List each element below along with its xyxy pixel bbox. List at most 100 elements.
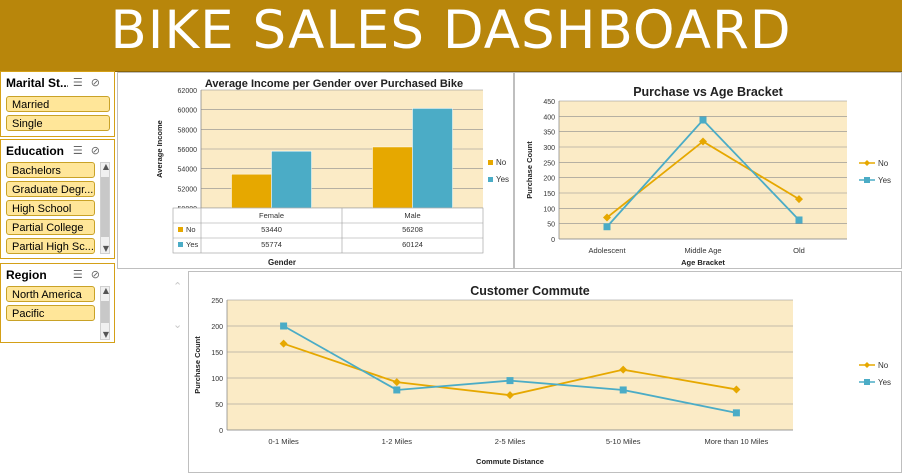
data-point: [603, 223, 611, 231]
x-axis-title: Gender: [268, 258, 296, 267]
data-point: [795, 216, 803, 224]
y-tick-label: 200: [543, 176, 555, 183]
y-tick-label: 54000: [178, 167, 198, 174]
slicer-marital-status: Marital St... ☰⊘ Married Single: [0, 71, 115, 137]
slicer-controls: ☰⊘: [73, 268, 108, 281]
data-point: [280, 322, 288, 330]
slicer-item-married[interactable]: Married: [6, 96, 110, 112]
income-chart[interactable]: Average Income per Gender over Purchased…: [117, 72, 514, 269]
slicer-header: Education ☰⊘: [1, 140, 114, 158]
legend-label: No: [878, 159, 889, 168]
slicer-item-bachelors[interactable]: Bachelors: [6, 162, 95, 178]
slicer-item-single[interactable]: Single: [6, 115, 110, 131]
y-tick-label: 400: [543, 114, 555, 121]
y-tick-label: 58000: [178, 127, 198, 134]
scroll-thumb[interactable]: [101, 301, 109, 323]
age-bracket-chart-svg: Purchase vs Age Bracket 0 50 100 150 200 250 30…: [525, 85, 891, 267]
y-tick-label: 52000: [178, 186, 198, 193]
x-tick-label: Male: [404, 211, 420, 220]
page-scroll-up-icon[interactable]: ⌃: [173, 280, 182, 293]
x-tick-label: 5-10 Miles: [606, 437, 641, 446]
table-cell: 55774: [261, 240, 282, 249]
y-tick-label: 450: [543, 99, 555, 106]
legend-label: Yes: [878, 378, 891, 387]
x-tick-label: 0-1 Miles: [268, 437, 299, 446]
table-cell: 60124: [402, 240, 423, 249]
y-axis-title: Purchase Count: [525, 141, 534, 199]
legend-marker: [864, 160, 870, 166]
legend-label: No: [496, 158, 507, 167]
y-axis-title: Average Income: [155, 120, 164, 178]
slicer-item-graduate-degree[interactable]: Graduate Degr...: [6, 181, 95, 197]
table-cell: 56208: [402, 225, 423, 234]
legend-label: Yes: [496, 175, 509, 184]
data-point: [732, 409, 740, 417]
slicer-item-pacific[interactable]: Pacific: [6, 305, 95, 321]
slicer-item-partial-high-school[interactable]: Partial High Sc...: [6, 238, 95, 254]
scroll-thumb[interactable]: [101, 177, 109, 237]
chart-title: Average Income per Gender over Purchased…: [205, 78, 463, 90]
slicer-title: Marital St...: [6, 76, 68, 90]
chart-title: Customer Commute: [470, 284, 590, 298]
age-bracket-chart[interactable]: Purchase vs Age Bracket 0 50 100 150 200 250 30…: [514, 72, 902, 269]
clear-filter-icon[interactable]: ⊘: [91, 76, 108, 89]
y-axis-title: Purchase Count: [193, 336, 202, 394]
scroll-up-icon[interactable]: ▲: [101, 162, 111, 171]
legend-marker: [864, 177, 870, 183]
slicer-scrollbar[interactable]: ▲ ▼: [100, 162, 110, 254]
table-row-label: No: [186, 225, 196, 234]
slicer-scrollbar[interactable]: ▲ ▼: [100, 286, 110, 340]
legend-marker: [864, 379, 870, 385]
chart-title: Purchase vs Age Bracket: [633, 85, 783, 99]
bar: [231, 173, 272, 209]
y-tick-label: 300: [543, 145, 555, 152]
legend-label: No: [878, 361, 889, 370]
clear-filter-icon[interactable]: ⊘: [91, 144, 108, 157]
legend-swatch: [488, 160, 493, 165]
legend-swatch: [488, 177, 493, 182]
data-point: [506, 377, 514, 385]
y-tick-label: 250: [543, 160, 555, 167]
slicer-item-north-america[interactable]: North America: [6, 286, 95, 302]
slicer-controls: ☰⊘: [73, 144, 108, 157]
clear-filter-icon[interactable]: ⊘: [91, 268, 108, 281]
y-tick-label: 100: [211, 376, 223, 383]
multi-select-icon[interactable]: ☰: [73, 144, 91, 157]
scroll-down-icon[interactable]: ▼: [101, 244, 111, 253]
y-tick-label: 50: [215, 402, 223, 409]
x-tick-label: Adolescent: [588, 246, 626, 255]
table-legend-swatch: [178, 242, 183, 247]
commute-chart[interactable]: Customer Commute 0 50 100 150 200 250 Purchase …: [188, 271, 902, 473]
x-axis-title: Age Bracket: [681, 258, 725, 267]
data-table: [172, 207, 484, 254]
slicer-header: Marital St... ☰⊘: [1, 72, 114, 90]
table-legend-swatch: [178, 227, 183, 232]
slicer-region: Region ☰⊘ North America Pacific ▲ ▼: [0, 263, 115, 343]
page-scroll-down-icon[interactable]: ⌄: [173, 318, 182, 331]
y-tick-label: 100: [543, 206, 555, 213]
y-tick-label: 50: [547, 222, 555, 229]
bar: [412, 108, 453, 209]
slicer-item-high-school[interactable]: High School: [6, 200, 95, 216]
y-tick-label: 250: [211, 298, 223, 305]
y-tick-label: 200: [211, 324, 223, 331]
x-tick-label: 1-2 Miles: [382, 437, 413, 446]
scroll-up-icon[interactable]: ▲: [101, 286, 111, 295]
y-tick-label: 56000: [178, 147, 198, 154]
y-tick-label: 0: [551, 237, 555, 244]
slicer-title: Region: [6, 268, 47, 282]
plot-area: [227, 300, 793, 430]
data-point: [393, 386, 401, 394]
income-chart-svg: Average Income per Gender over Purchased…: [155, 78, 509, 267]
scroll-down-icon[interactable]: ▼: [101, 330, 111, 339]
table-cell: 53440: [261, 225, 282, 234]
multi-select-icon[interactable]: ☰: [73, 268, 91, 281]
slicer-education: Education ☰⊘ Bachelors Graduate Degr... …: [0, 139, 115, 259]
multi-select-icon[interactable]: ☰: [73, 76, 91, 89]
dashboard-banner: BIKE SALES DASHBOARD: [0, 0, 902, 72]
y-tick-label: 0: [219, 428, 223, 435]
table-row-label: Yes: [186, 240, 198, 249]
data-point: [619, 386, 627, 394]
slicer-item-partial-college[interactable]: Partial College: [6, 219, 95, 235]
y-tick-label: 150: [543, 191, 555, 198]
